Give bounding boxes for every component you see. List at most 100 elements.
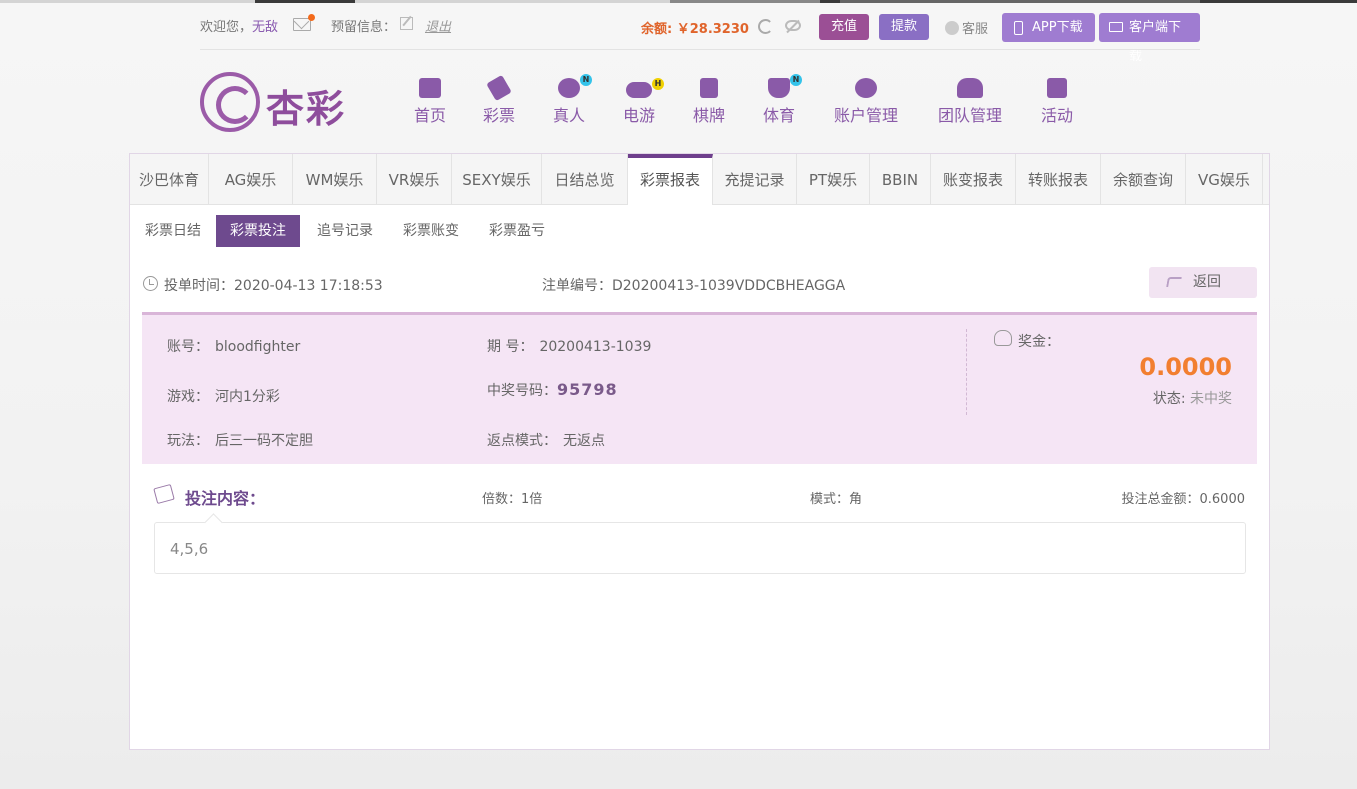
tab-pt[interactable]: PT娱乐: [797, 154, 870, 205]
bet-detail-card: 账号： bloodfighter 期 号： 20200413-1039 游戏： 河内1…: [142, 312, 1257, 464]
nav-label: 团队管理: [937, 106, 1002, 125]
prize-value: 0.0000: [1139, 353, 1232, 381]
edit-icon[interactable]: [400, 17, 413, 30]
app-download-label: APP下载: [1032, 20, 1083, 35]
nav-label: 真人: [552, 106, 585, 125]
nav-team[interactable]: 团队管理: [936, 78, 1004, 126]
total-amount-text: 投注总金额：0.6000: [1121, 492, 1246, 507]
mail-icon[interactable]: [293, 14, 315, 31]
withdraw-button[interactable]: 提款: [879, 14, 930, 40]
nav-label: 体育: [762, 106, 795, 125]
bet-numbers: 4,5,6: [170, 540, 209, 558]
hide-balance-icon[interactable]: [785, 20, 801, 31]
status-label: 状态:: [1152, 391, 1186, 407]
username-link[interactable]: 无敌: [252, 20, 278, 35]
game-value: 河内1分彩: [215, 389, 280, 405]
back-label: 返回: [1193, 274, 1221, 290]
bet-numbers-box: 4,5,6: [154, 522, 1246, 574]
bet-content-header: 投注内容： 倍数：1倍 模式：角 投注总金额：0.6000: [130, 482, 1269, 512]
site-logo[interactable]: 杏彩: [200, 72, 355, 134]
status-field: 状态: 未中奖: [1153, 388, 1232, 408]
recharge-button[interactable]: 充值: [819, 14, 870, 40]
subtab-chase-records[interactable]: 追号记录: [317, 215, 373, 247]
tab-lottery-report[interactable]: 彩票报表: [628, 154, 713, 205]
tab-balance-query[interactable]: 余额查询: [1101, 154, 1186, 205]
nav-label: 彩票: [482, 106, 515, 125]
rebate-field: 返点模式： 无返点: [487, 430, 605, 450]
nav-label: 账户管理: [833, 106, 898, 125]
nav-chess[interactable]: 棋牌: [691, 78, 727, 126]
nav-label: 活动: [1040, 106, 1073, 125]
nav-label: 电游: [622, 106, 655, 125]
clock-icon: [143, 276, 158, 291]
bet-content-title: 投注内容：: [185, 489, 266, 508]
nav-account[interactable]: 账户管理: [832, 78, 900, 126]
monitor-icon: [1109, 22, 1123, 32]
nav-activity[interactable]: 活动: [1039, 78, 1075, 126]
logo-text: 杏彩: [266, 86, 347, 131]
subtab-lottery-ledger[interactable]: 彩票账变: [403, 215, 459, 247]
customer-service-link[interactable]: 客服: [945, 18, 988, 37]
tab-daily-overview[interactable]: 日结总览: [542, 154, 628, 205]
multiplier-text: 倍数：1倍: [482, 492, 543, 507]
gamepad-icon: H: [626, 78, 664, 98]
nav-live[interactable]: N 真人: [551, 74, 592, 126]
order-number: 注单编号：D20200413-1039VDDCBHEAGGA: [542, 278, 846, 294]
ticket-icon: [486, 74, 512, 102]
new-badge: N: [790, 74, 802, 86]
welcome-text: 欢迎您，无敌: [200, 20, 279, 35]
client-download-label: 客户端下载: [1129, 20, 1182, 64]
report-panel: 沙巴体育 AG娱乐 WM娱乐 VR娱乐 SEXY娱乐 日结总览 彩票报表 充提记…: [129, 153, 1270, 750]
top-info-bar: 欢迎您，无敌 预留信息： 退出 余额: ￥28.3230 充值 提款 客服 AP…: [200, 6, 1200, 64]
nav-egame[interactable]: H 电游: [621, 78, 664, 126]
prize-label: 奖金：: [1018, 334, 1060, 350]
back-button[interactable]: 返回: [1149, 267, 1257, 298]
account-field: 账号： bloodfighter: [167, 336, 300, 356]
play-value: 后三一码不定胆: [215, 433, 313, 449]
hot-badge: H: [652, 78, 664, 90]
nav-home[interactable]: 首页: [412, 78, 448, 126]
subtab-lottery-pnl[interactable]: 彩票盈亏: [489, 215, 545, 247]
subtab-lottery-daily[interactable]: 彩票日结: [145, 215, 201, 247]
play-field: 玩法： 后三一码不定胆: [167, 430, 313, 450]
headset-icon: [945, 21, 959, 35]
tab-sexy[interactable]: SEXY娱乐: [452, 154, 542, 205]
trophy-icon: N: [768, 74, 802, 98]
balance-display: 余额: ￥28.3230: [641, 22, 749, 37]
window-top-strip: [0, 0, 1357, 3]
card-zigzag-edge: [142, 459, 1257, 467]
yen-coin-icon: [855, 78, 877, 98]
play-label: 玩法：: [167, 433, 209, 449]
customer-service-label: 客服: [962, 22, 989, 37]
subtab-lottery-bets[interactable]: 彩票投注: [216, 215, 300, 247]
rebate-label: 返点模式：: [487, 433, 557, 449]
money-bag-icon: [994, 330, 1012, 346]
winning-number-field: 中奖号码：95798: [487, 380, 618, 400]
status-value: 未中奖: [1190, 391, 1232, 407]
tab-deposit-withdraw[interactable]: 充提记录: [713, 154, 797, 205]
account-label: 账号：: [167, 339, 209, 355]
tab-vr[interactable]: VR娱乐: [377, 154, 452, 205]
unread-dot: [308, 14, 315, 21]
refresh-icon[interactable]: [758, 19, 773, 34]
period-field: 期 号： 20200413-1039: [487, 336, 651, 356]
game-field: 游戏： 河内1分彩: [167, 386, 280, 406]
report-tabs: 沙巴体育 AG娱乐 WM娱乐 VR娱乐 SEXY娱乐 日结总览 彩票报表 充提记…: [130, 154, 1269, 205]
winning-label: 中奖号码：: [487, 383, 557, 399]
tab-shaba-sports[interactable]: 沙巴体育: [130, 154, 209, 205]
tab-balance-change[interactable]: 账变报表: [931, 154, 1016, 205]
back-arrow-icon: [1166, 277, 1182, 287]
tab-bbin[interactable]: BBIN: [870, 154, 931, 205]
nav-sports[interactable]: N 体育: [761, 74, 802, 126]
tab-vg[interactable]: VG娱乐: [1186, 154, 1263, 205]
tab-wm[interactable]: WM娱乐: [293, 154, 377, 205]
bet-time: 投单时间：2020-04-13 17:18:53: [164, 278, 383, 294]
note-icon: [153, 483, 175, 505]
dealer-icon: N: [558, 74, 592, 98]
tab-ag[interactable]: AG娱乐: [209, 154, 293, 205]
tab-transfer-report[interactable]: 转账报表: [1016, 154, 1101, 205]
app-download-button[interactable]: APP下载: [1002, 13, 1095, 42]
nav-lottery[interactable]: 彩票: [481, 74, 517, 126]
logout-link[interactable]: 退出: [425, 16, 451, 35]
client-download-button[interactable]: 客户端下载: [1099, 13, 1200, 64]
